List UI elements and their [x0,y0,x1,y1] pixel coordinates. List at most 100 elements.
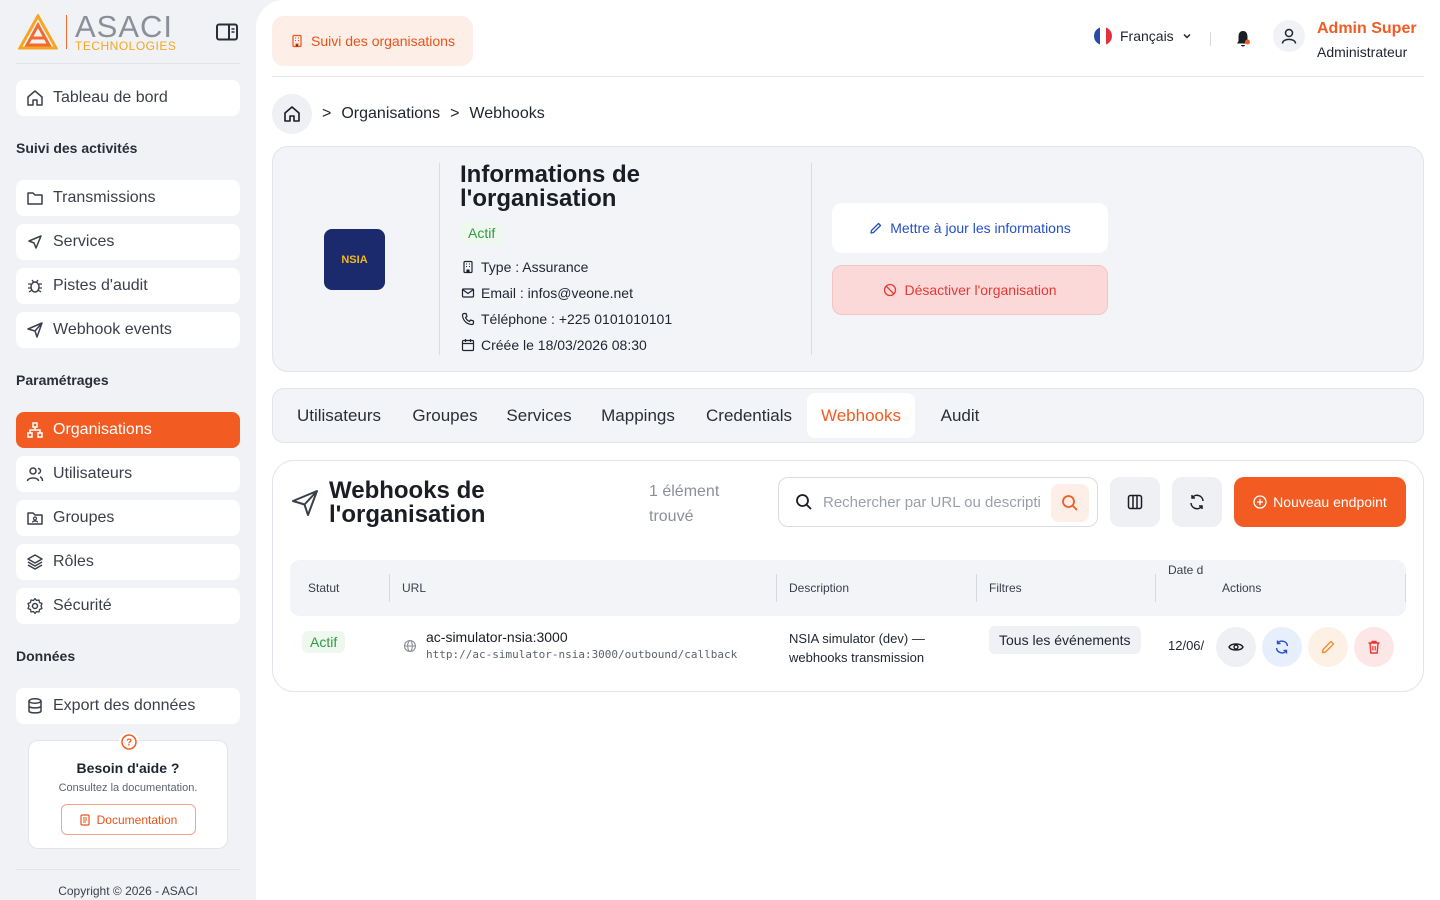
deactivate-organization-button[interactable]: Désactiver l'organisation [832,265,1108,315]
sidebar-item-users[interactable]: Utilisateurs [16,456,240,492]
organization-info-card: NSIA Informations de l'organisation Acti… [272,146,1424,372]
sidebar-item-label: Groupes [53,509,115,526]
search-submit-button[interactable] [1051,484,1089,522]
plus-circle-icon [1253,495,1267,509]
refresh-webhook-button[interactable] [1262,627,1302,667]
webhooks-card: Webhooks de l'organisation 1 élément tro… [272,460,1424,692]
breadcrumb-home-button[interactable] [272,94,312,134]
ban-icon [884,283,897,297]
help-card: ? Besoin d'aide ? Consultez la documenta… [28,732,228,849]
column-header-url[interactable]: URL [390,560,426,616]
help-subtitle: Consultez la documentation. [58,782,198,794]
org-tracking-chip[interactable]: Suivi des organisations [272,16,473,66]
column-header-description[interactable]: Description [777,560,849,616]
new-endpoint-button[interactable]: Nouveau endpoint [1234,477,1406,527]
document-icon [80,813,90,826]
group-folder-icon [27,512,43,525]
webhooks-count: 1 élément trouvé [649,483,720,525]
column-header-status[interactable]: Statut [296,560,339,616]
main-content: Suivi des organisations Français Admin S… [256,0,1440,900]
trash-icon [1368,640,1380,654]
sidebar-item-audit-trails[interactable]: Pistes d'audit [16,268,240,304]
columns-icon [1127,494,1143,510]
calendar-icon [461,339,475,352]
tab-users[interactable]: Utilisateurs [283,393,395,438]
deactivate-organization-label: Désactiver l'organisation [904,282,1057,298]
organization-created: Créée le 18/03/2026 08:30 [461,337,647,353]
sidebar-item-label: Services [53,233,115,250]
column-header-date[interactable]: Date d [1156,542,1203,598]
user-avatar[interactable] [1273,20,1305,52]
mail-icon [461,288,475,298]
tab-webhooks[interactable]: Webhooks [807,393,915,438]
documentation-button[interactable]: Documentation [60,804,196,835]
webhook-status-badge: Actif [302,631,346,653]
webhook-description: NSIA simulator (dev) — webhooks transmis… [789,629,925,667]
breadcrumb-parent[interactable]: Organisations [341,105,440,123]
sidebar-item-roles[interactable]: Rôles [16,544,240,580]
column-header-filters[interactable]: Filtres [977,560,1022,616]
delete-webhook-button[interactable] [1354,627,1394,667]
view-webhook-button[interactable] [1216,627,1256,667]
organization-type-text: Type : Assurance [481,259,589,275]
columns-toggle-button[interactable] [1110,477,1160,527]
sidebar-toggle-icon[interactable] [216,23,238,41]
column-header-actions: Actions [1222,581,1262,595]
building-icon [463,260,473,274]
sidebar-item-dashboard[interactable]: Tableau de bord [16,80,240,116]
tab-groups[interactable]: Groupes [401,393,489,438]
refresh-icon [1275,640,1289,654]
tab-services[interactable]: Services [495,393,583,438]
refresh-icon [1190,494,1204,510]
topbar: Suivi des organisations Français Admin S… [272,0,1424,77]
search-icon [796,494,812,510]
organization-type: Type : Assurance [461,259,588,275]
sidebar-item-services[interactable]: Services [16,224,240,260]
webhooks-search-input[interactable] [823,493,1041,511]
webhook-url-full: http://ac-simulator-nsia:3000/outbound/c… [426,648,738,661]
tab-mappings[interactable]: Mappings [589,393,687,438]
user-icon [1281,28,1297,44]
help-title: Besoin d'aide ? [76,760,180,776]
help-icon-wrapper: ? [119,732,139,752]
question-circle-icon: ? [121,734,137,750]
user-role: Administrateur [1317,44,1408,60]
language-selector[interactable]: Français [1094,26,1192,46]
table-row: Actif ac-simulator-nsia:3000 http://ac-s… [290,616,1406,678]
organization-title: Informations de l'organisation [460,161,641,212]
edit-webhook-button[interactable] [1308,627,1348,667]
organization-tabs: Utilisateurs Groupes Services Mappings C… [272,388,1424,443]
brand-logo-link[interactable]: ASACI TECHNOLOGIES [18,11,176,52]
sidebar-item-webhook-events[interactable]: Webhook events [16,312,240,348]
webhook-url-name: ac-simulator-nsia:3000 [426,629,568,645]
user-name[interactable]: Admin Super [1317,20,1417,38]
bell-icon[interactable] [1234,29,1252,49]
webhook-date: 12/06/ [1168,638,1205,653]
webhooks-table-header: Statut URL Description Filtres Date d Ac… [290,560,1406,616]
webhook-description-line: webhooks transmission [789,650,925,665]
language-label: Français [1120,28,1174,44]
refresh-button[interactable] [1172,477,1222,527]
topbar-separator [1210,32,1211,46]
brand-separator [66,14,67,49]
sidebar-item-transmissions[interactable]: Transmissions [16,180,240,216]
update-organization-button[interactable]: Mettre à jour les informations [832,203,1108,253]
sidebar-item-groups[interactable]: Groupes [16,500,240,536]
sidebar-item-organisations[interactable]: Organisations [16,412,240,448]
globe-icon [403,639,417,653]
sidebar-item-security[interactable]: Sécurité [16,588,240,624]
organization-email-text: Email : infos@veone.net [481,285,633,301]
chevron-down-icon [1183,33,1191,39]
search-icon [1062,495,1078,511]
webhook-url-cell[interactable]: ac-simulator-nsia:3000 http://ac-simulat… [426,629,737,661]
sidebar-item-label: Utilisateurs [53,465,133,482]
tab-credentials[interactable]: Credentials [693,393,805,438]
users-icon [26,467,44,482]
tab-audit[interactable]: Audit [921,393,999,438]
building-icon [292,34,302,48]
new-endpoint-label: Nouveau endpoint [1273,494,1387,510]
brand-subtitle: TECHNOLOGIES [75,39,177,53]
eye-icon [1228,643,1244,651]
database-icon [28,698,42,714]
sidebar-item-data-export[interactable]: Export des données [16,688,240,724]
